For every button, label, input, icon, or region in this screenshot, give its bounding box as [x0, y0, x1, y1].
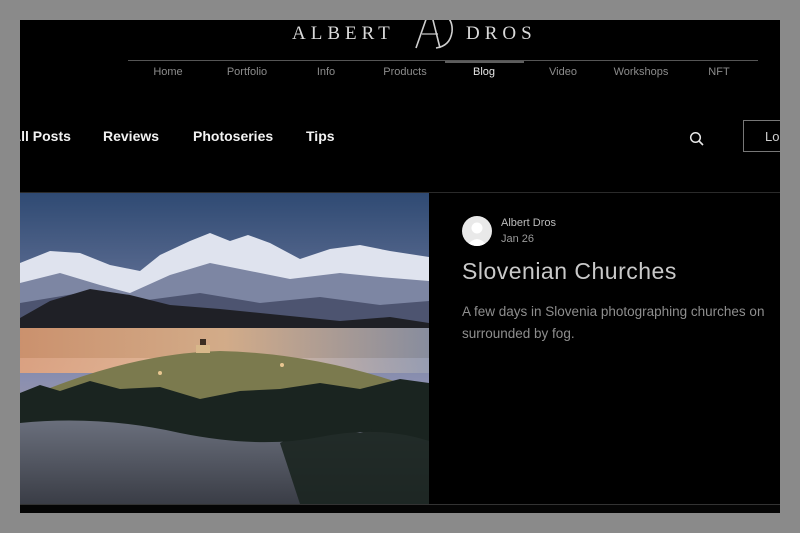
- ad-monogram-icon: [415, 20, 453, 49]
- post-date: Jan 26: [501, 233, 535, 245]
- logo-text-right: DROS: [466, 23, 537, 44]
- login-button[interactable]: Lo: [743, 120, 780, 152]
- category-reviews[interactable]: Reviews: [103, 128, 159, 144]
- category-tips[interactable]: Tips: [306, 128, 335, 144]
- category-photoseries[interactable]: Photoseries: [193, 128, 273, 144]
- category-all-posts[interactable]: All Posts: [20, 128, 71, 144]
- post-cover-image[interactable]: [20, 193, 429, 504]
- nav-item-portfolio[interactable]: Portfolio: [227, 66, 267, 78]
- page-bottom-strip: [20, 505, 780, 513]
- post-card-body: Albert Dros Jan 26 Slovenian Churches A …: [429, 193, 780, 504]
- nav-item-video[interactable]: Video: [549, 66, 577, 78]
- post-title[interactable]: Slovenian Churches: [462, 258, 677, 285]
- nav-divider: [128, 60, 758, 61]
- logo-text-left: ALBERT: [292, 23, 395, 44]
- browser-viewport: ALBERT DROS Home Portfolio Info Products…: [20, 20, 780, 513]
- user-avatar-icon[interactable]: [462, 216, 492, 246]
- nav-item-blog[interactable]: Blog: [473, 66, 495, 78]
- nav-item-home[interactable]: Home: [153, 66, 182, 78]
- login-button-label: Lo: [765, 129, 780, 144]
- blog-category-menu: All Posts Reviews Photoseries Tips: [20, 128, 780, 148]
- search-icon[interactable]: [689, 131, 705, 147]
- nav-item-workshops[interactable]: Workshops: [614, 66, 669, 78]
- post-excerpt: A few days in Slovenia photographing chu…: [462, 304, 765, 341]
- nav-item-nft[interactable]: NFT: [708, 66, 729, 78]
- main-nav: Home Portfolio Info Products Blog Video …: [128, 66, 758, 82]
- post-author[interactable]: Albert Dros: [501, 217, 556, 229]
- nav-item-products[interactable]: Products: [383, 66, 426, 78]
- nav-item-info[interactable]: Info: [317, 66, 335, 78]
- site-logo[interactable]: ALBERT DROS: [292, 20, 552, 50]
- nav-active-indicator: [445, 61, 524, 63]
